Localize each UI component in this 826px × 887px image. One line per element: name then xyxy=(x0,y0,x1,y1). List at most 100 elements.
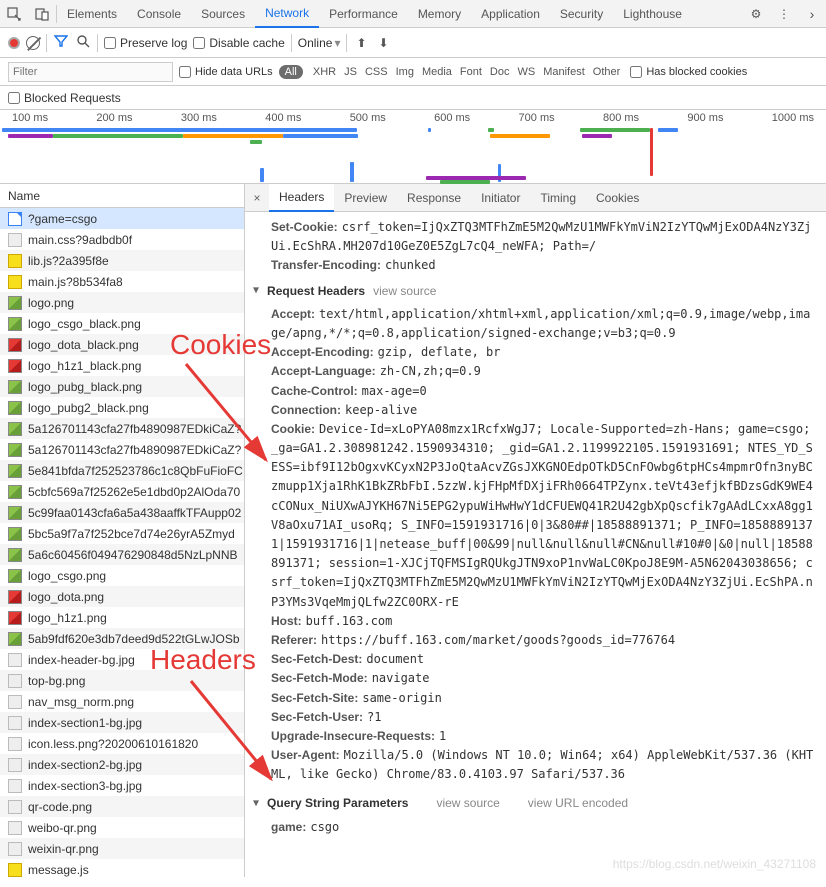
request-row[interactable]: nav_msg_norm.png xyxy=(0,691,244,712)
request-row[interactable]: logo_csgo_black.png xyxy=(0,313,244,334)
filter-type-css[interactable]: CSS xyxy=(365,66,388,78)
filter-type-xhr[interactable]: XHR xyxy=(313,66,336,78)
hide-data-urls-checkbox[interactable]: Hide data URLs xyxy=(179,66,273,78)
file-type-icon xyxy=(8,296,22,310)
filter-type-js[interactable]: JS xyxy=(344,66,357,78)
tab-performance[interactable]: Performance xyxy=(319,0,408,28)
filter-all-pill[interactable]: All xyxy=(279,65,303,79)
view-source-link[interactable]: view source xyxy=(436,794,499,813)
record-button[interactable] xyxy=(8,37,20,49)
tab-network[interactable]: Network xyxy=(255,0,319,28)
filter-type-ws[interactable]: WS xyxy=(517,66,535,78)
sec-fetch-user-header: Sec-Fetch-User:?1 xyxy=(261,708,816,727)
view-source-link[interactable]: view source xyxy=(373,282,436,301)
details-tab-initiator[interactable]: Initiator xyxy=(471,184,530,212)
tab-memory[interactable]: Memory xyxy=(408,0,471,28)
request-row[interactable]: logo.png xyxy=(0,292,244,313)
request-row[interactable]: 5c99faa0143cfa6a5a438aaffkTFAupp02 xyxy=(0,502,244,523)
timeline-overview[interactable]: 100 ms200 ms300 ms400 ms500 ms600 ms700 … xyxy=(0,110,826,184)
request-row[interactable]: lib.js?2a395f8e xyxy=(0,250,244,271)
request-row[interactable]: 5cbfc569a7f25262e5e1dbd0p2AlOda70 xyxy=(0,481,244,502)
tab-application[interactable]: Application xyxy=(471,0,550,28)
tab-security[interactable]: Security xyxy=(550,0,613,28)
sec-fetch-mode-header: Sec-Fetch-Mode:navigate xyxy=(261,669,816,688)
request-row[interactable]: logo_dota_black.png xyxy=(0,334,244,355)
more-icon[interactable]: ⋮ xyxy=(770,0,798,28)
tab-console[interactable]: Console xyxy=(127,0,191,28)
request-row[interactable]: weixin-qr.png xyxy=(0,838,244,859)
request-row[interactable]: logo_pubg2_black.png xyxy=(0,397,244,418)
request-row[interactable]: qr-code.png xyxy=(0,796,244,817)
request-row[interactable]: 5a126701143cfa27fb4890987EDkiCaZ? xyxy=(0,439,244,460)
details-tab-headers[interactable]: Headers xyxy=(269,184,334,212)
filter-icon[interactable] xyxy=(53,34,69,51)
upload-icon[interactable]: ⬆ xyxy=(353,36,369,50)
request-row[interactable]: ?game=csgo xyxy=(0,208,244,229)
request-row[interactable]: logo_h1z1.png xyxy=(0,607,244,628)
file-type-icon xyxy=(8,674,22,688)
request-row[interactable]: main.js?8b534fa8 xyxy=(0,271,244,292)
file-type-icon xyxy=(8,317,22,331)
request-row[interactable]: logo_dota.png xyxy=(0,586,244,607)
request-row[interactable]: logo_h1z1_black.png xyxy=(0,355,244,376)
inspect-icon[interactable] xyxy=(0,0,28,28)
request-name: logo_dota.png xyxy=(28,590,104,604)
request-row[interactable]: weibo-qr.png xyxy=(0,817,244,838)
filter-type-manifest[interactable]: Manifest xyxy=(543,66,585,78)
user-agent-header: User-Agent:Mozilla/5.0 (Windows NT 10.0;… xyxy=(261,746,816,784)
request-row[interactable]: index-section2-bg.jpg xyxy=(0,754,244,775)
tab-lighthouse[interactable]: Lighthouse xyxy=(613,0,692,28)
request-headers-section[interactable]: ▼ Request Headers view source xyxy=(253,282,816,301)
request-row[interactable]: top-bg.png xyxy=(0,670,244,691)
file-type-icon xyxy=(8,527,22,541)
referer-header: Referer:https://buff.163.com/market/good… xyxy=(261,631,816,650)
request-row[interactable]: 5a6c60456f049476290848d5NzLpNNB xyxy=(0,544,244,565)
request-row[interactable]: index-header-bg.jpg xyxy=(0,649,244,670)
request-row[interactable]: logo_pubg_black.png xyxy=(0,376,244,397)
request-row[interactable]: 5a126701143cfa27fb4890987EDkiCaZ? xyxy=(0,418,244,439)
blocked-requests-checkbox[interactable]: Blocked Requests xyxy=(8,91,121,105)
accept-header: Accept:text/html,application/xhtml+xml,a… xyxy=(261,305,816,343)
chevron-right-icon[interactable]: › xyxy=(798,0,826,28)
request-name: main.css?9adbdb0f xyxy=(28,233,132,247)
request-row[interactable]: main.css?9adbdb0f xyxy=(0,229,244,250)
tab-elements[interactable]: Elements xyxy=(57,0,127,28)
device-toggle-icon[interactable] xyxy=(28,0,56,28)
details-tab-preview[interactable]: Preview xyxy=(334,184,397,212)
filter-type-other[interactable]: Other xyxy=(593,66,621,78)
search-icon[interactable] xyxy=(75,34,91,51)
file-type-icon xyxy=(8,632,22,646)
filter-type-img[interactable]: Img xyxy=(396,66,414,78)
clear-button[interactable] xyxy=(26,36,40,50)
query-string-section[interactable]: ▼ Query String Parameters view source vi… xyxy=(253,794,816,813)
file-type-icon xyxy=(8,590,22,604)
download-icon[interactable]: ⬇ xyxy=(375,36,391,50)
details-tab-timing[interactable]: Timing xyxy=(530,184,586,212)
request-row[interactable]: message.js xyxy=(0,859,244,877)
tab-sources[interactable]: Sources xyxy=(191,0,255,28)
preserve-log-checkbox[interactable]: Preserve log xyxy=(104,36,187,50)
request-row[interactable]: 5bc5a9f7a7f252bce7d74e26yrA5Zmyd xyxy=(0,523,244,544)
has-blocked-cookies-checkbox[interactable]: Has blocked cookies xyxy=(630,66,747,78)
details-tab-response[interactable]: Response xyxy=(397,184,471,212)
details-tab-cookies[interactable]: Cookies xyxy=(586,184,649,212)
request-row[interactable]: icon.less.png?20200610161820 xyxy=(0,733,244,754)
request-name: logo_h1z1_black.png xyxy=(28,359,141,373)
request-row[interactable]: index-section3-bg.jpg xyxy=(0,775,244,796)
filter-type-doc[interactable]: Doc xyxy=(490,66,510,78)
settings-icon[interactable]: ⚙ xyxy=(742,0,770,28)
throttling-select[interactable]: Online▾ xyxy=(298,36,341,50)
filter-type-media[interactable]: Media xyxy=(422,66,452,78)
request-row[interactable]: logo_csgo.png xyxy=(0,565,244,586)
request-name: nav_msg_norm.png xyxy=(28,695,134,709)
filter-type-font[interactable]: Font xyxy=(460,66,482,78)
view-url-encoded-link[interactable]: view URL encoded xyxy=(528,794,628,813)
request-row[interactable]: 5e841bfda7f252523786c1c8QbFuFioFC xyxy=(0,460,244,481)
filter-input[interactable] xyxy=(8,62,173,82)
request-row[interactable]: 5ab9fdf620e3db7deed9d522tGLwJOSb xyxy=(0,628,244,649)
disable-cache-checkbox[interactable]: Disable cache xyxy=(193,36,284,50)
name-column-header[interactable]: Name xyxy=(0,184,244,208)
request-row[interactable]: index-section1-bg.jpg xyxy=(0,712,244,733)
file-type-icon xyxy=(8,653,22,667)
close-panel-button[interactable]: × xyxy=(245,191,269,205)
